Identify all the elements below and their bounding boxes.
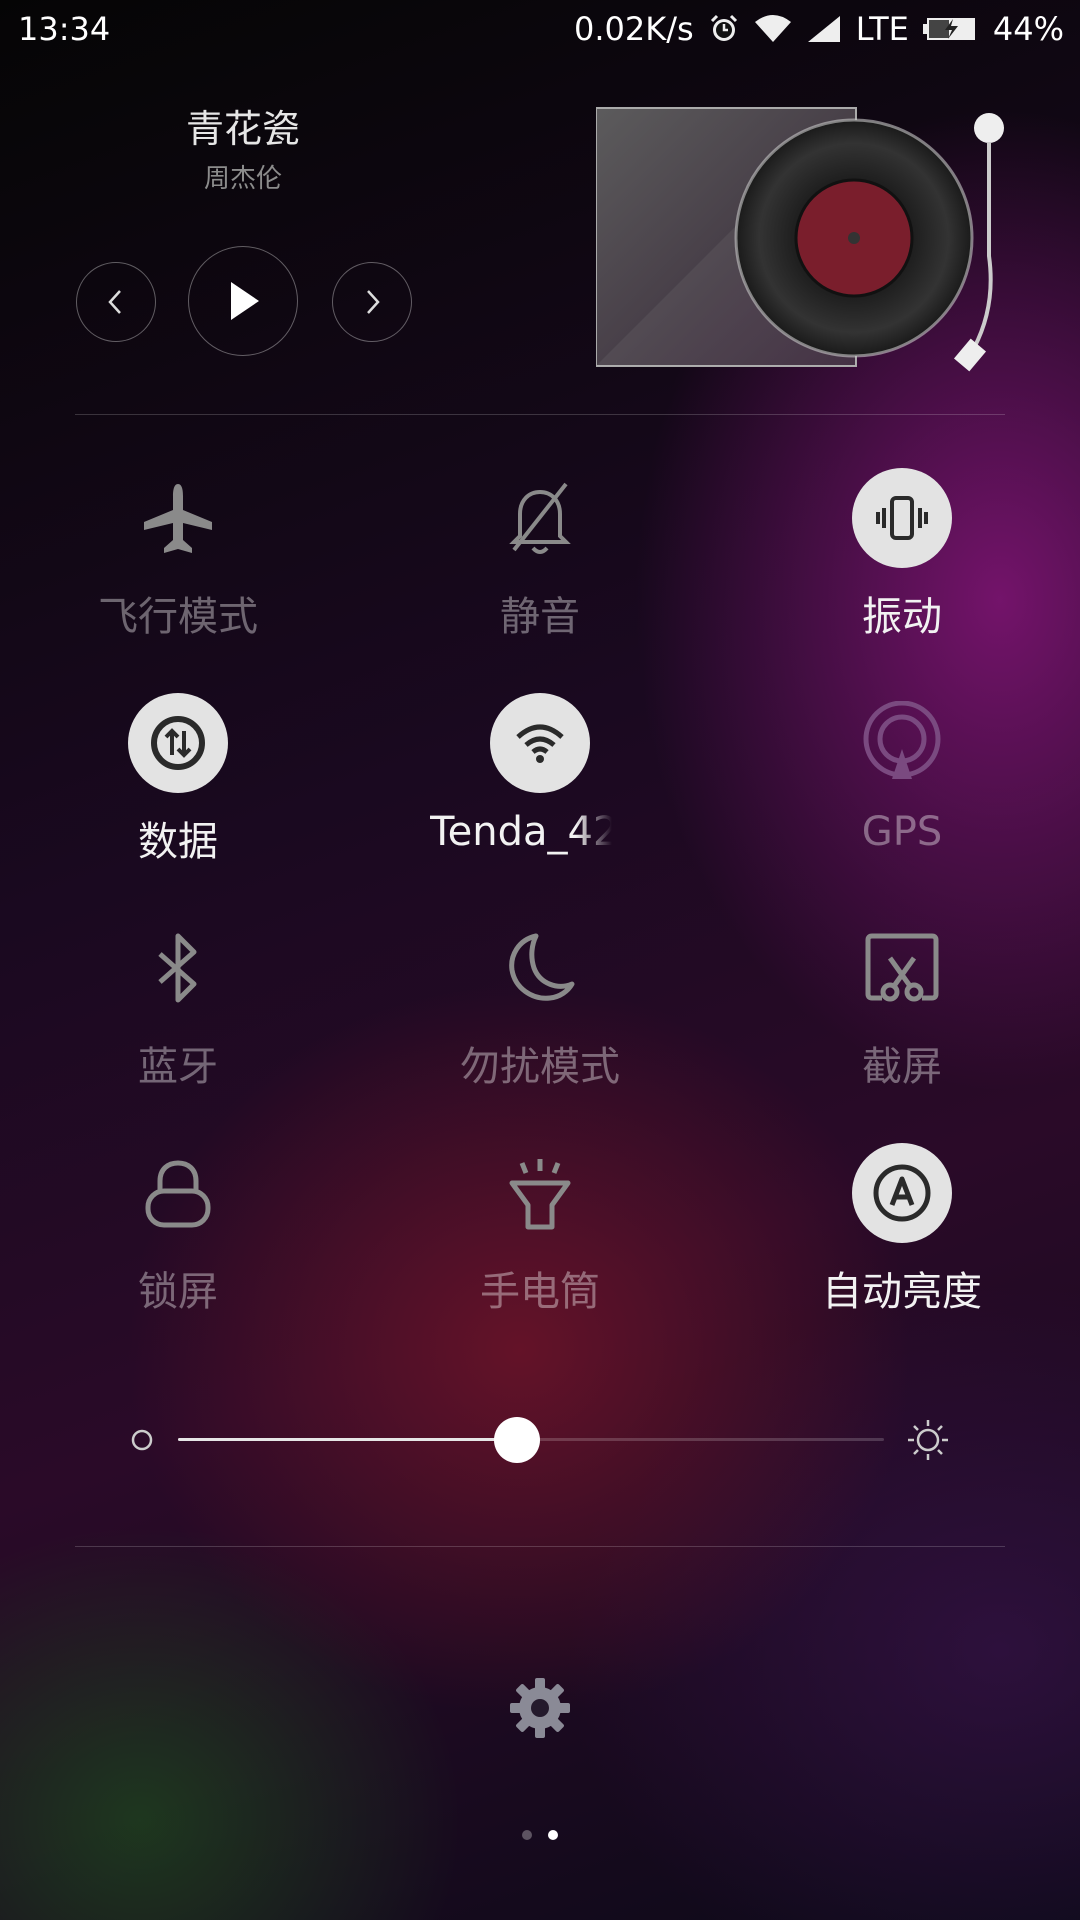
moon-icon <box>490 918 590 1018</box>
play-button[interactable] <box>188 246 298 356</box>
gps-icon <box>852 693 952 793</box>
alarm-icon <box>708 13 740 45</box>
divider-bottom <box>75 1546 1005 1547</box>
status-bar: 13:34 0.02K/s LTE 44% <box>0 0 1080 60</box>
mobile-data-icon <box>128 693 228 793</box>
lock-icon <box>128 1143 228 1243</box>
album-art-turntable[interactable] <box>596 106 1016 374</box>
toggle-label: 静音 <box>500 594 580 640</box>
brightness-low-icon <box>131 1429 153 1451</box>
song-title: 青花瓷 <box>185 107 300 151</box>
signal-icon <box>806 14 842 44</box>
toggle-wifi[interactable]: Tenda_42 <box>390 693 690 883</box>
toggle-bluetooth[interactable]: 蓝牙 <box>28 918 328 1108</box>
flashlight-icon <box>490 1143 590 1243</box>
toggle-flashlight[interactable]: 手电筒 <box>390 1143 690 1333</box>
toggle-auto-brightness[interactable]: 自动亮度 <box>752 1143 1052 1333</box>
settings-gear-icon[interactable] <box>508 1676 572 1740</box>
toggle-mobile-data[interactable]: 数据 <box>28 693 328 883</box>
battery-charging-icon <box>922 15 979 43</box>
toggle-gps[interactable]: GPS <box>752 693 1052 883</box>
vibrate-icon <box>852 468 952 568</box>
brightness-slider[interactable] <box>0 1400 1080 1480</box>
wifi-icon <box>754 14 792 44</box>
brightness-fill <box>178 1438 517 1441</box>
toggle-label: 蓝牙 <box>138 1044 218 1090</box>
net-speed: 0.02K/s <box>574 10 694 48</box>
battery-percent: 44% <box>992 10 1064 48</box>
toggle-airplane-mode[interactable]: 飞行模式 <box>28 468 328 658</box>
status-time: 13:34 <box>18 10 111 48</box>
network-type: LTE <box>855 10 909 48</box>
previous-icon <box>108 290 121 314</box>
page-indicator <box>0 1830 1080 1840</box>
bluetooth-icon <box>128 918 228 1018</box>
toggle-label: 手电筒 <box>480 1269 600 1315</box>
airplane-icon <box>128 468 228 568</box>
toggle-lock-screen[interactable]: 锁屏 <box>28 1143 328 1333</box>
auto-brightness-icon <box>852 1143 952 1243</box>
toggle-label: 自动亮度 <box>822 1269 982 1315</box>
toggle-silent[interactable]: 静音 <box>390 468 690 658</box>
toggle-label: Tenda_42 <box>430 809 612 855</box>
brightness-high-icon <box>908 1420 948 1460</box>
next-button[interactable] <box>332 262 412 342</box>
toggle-label: 勿扰模式 <box>460 1044 620 1090</box>
song-artist: 周杰伦 <box>203 164 282 194</box>
music-widget: 青花瓷 周杰伦 <box>0 80 1080 400</box>
next-icon <box>367 290 380 314</box>
bell-off-icon <box>490 468 590 568</box>
screenshot-icon <box>852 918 952 1018</box>
toggle-label: 数据 <box>138 819 218 865</box>
toggle-do-not-disturb[interactable]: 勿扰模式 <box>390 918 690 1108</box>
page-dot-active[interactable] <box>548 1830 558 1840</box>
toggle-label: GPS <box>861 809 943 855</box>
brightness-track[interactable] <box>178 1417 884 1463</box>
play-icon <box>231 282 259 320</box>
status-indicators: 0.02K/s LTE 44% <box>574 10 1064 48</box>
toggle-label: 振动 <box>862 594 942 640</box>
toggle-vibrate[interactable]: 振动 <box>752 468 1052 658</box>
page-dot[interactable] <box>522 1830 532 1840</box>
toggle-label: 截屏 <box>862 1044 942 1090</box>
previous-button[interactable] <box>76 262 156 342</box>
divider-top <box>75 414 1005 415</box>
wifi-icon <box>490 693 590 793</box>
brightness-thumb[interactable] <box>493 1417 540 1463</box>
toggle-label: 锁屏 <box>138 1269 218 1315</box>
toggle-screenshot[interactable]: 截屏 <box>752 918 1052 1108</box>
toggle-label: 飞行模式 <box>98 594 258 640</box>
